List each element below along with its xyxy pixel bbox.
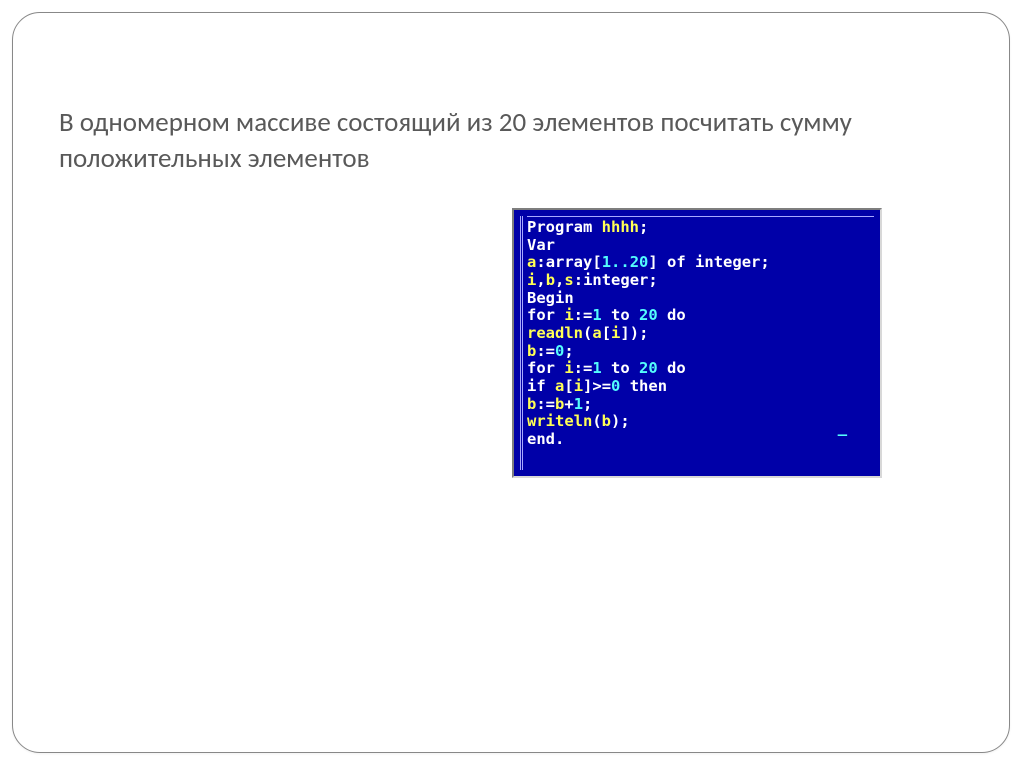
br-open: [ <box>592 253 601 271</box>
kw-end: end <box>527 430 555 448</box>
num-0: 0 <box>611 377 620 395</box>
kw-var: Var <box>527 236 555 254</box>
dot: . <box>555 430 564 448</box>
num-range: 1..20 <box>602 253 649 271</box>
semi: ; <box>648 271 657 289</box>
kw-for: for <box>527 359 564 377</box>
assign: := <box>574 359 593 377</box>
paren-open: ( <box>583 324 592 342</box>
kw-for: for <box>527 306 564 324</box>
id-b: b <box>527 395 536 413</box>
kw-to: to <box>602 306 639 324</box>
num-20: 20 <box>639 306 658 324</box>
kw-then: then <box>620 377 667 395</box>
call-writeln: writeln <box>527 412 592 430</box>
id-i: i <box>611 324 620 342</box>
id-i: i <box>574 377 583 395</box>
kw-of: of <box>658 253 695 271</box>
kw-array: array <box>546 253 593 271</box>
code-window: Program hhhh; Var a:array[1..20] of inte… <box>512 208 882 478</box>
id-b: b <box>602 412 611 430</box>
br-open: [ <box>602 324 611 342</box>
paren-open: ( <box>592 412 601 430</box>
semi: ; <box>620 412 629 430</box>
id-s: s <box>564 271 573 289</box>
br-open: [ <box>564 377 573 395</box>
kw-if: if <box>527 377 555 395</box>
plus: + <box>564 395 573 413</box>
type-integer: integer <box>695 253 760 271</box>
paren-close: ) <box>630 324 639 342</box>
semi: ; <box>583 395 592 413</box>
semi: ; <box>639 218 648 236</box>
id-a: a <box>527 253 536 271</box>
colon: : <box>574 271 583 289</box>
assign: := <box>574 306 593 324</box>
code-block: Program hhhh; Var a:array[1..20] of inte… <box>527 219 874 449</box>
num-1: 1 <box>592 306 601 324</box>
num-20: 20 <box>639 359 658 377</box>
id-a: a <box>592 324 601 342</box>
id-b: b <box>555 395 564 413</box>
id-a: a <box>555 377 564 395</box>
id-i: i <box>564 306 573 324</box>
num-1: 1 <box>592 359 601 377</box>
num-0: 0 <box>555 342 564 360</box>
gte: >= <box>592 377 611 395</box>
br-close: ] <box>583 377 592 395</box>
semi: ; <box>564 342 573 360</box>
id-b: b <box>527 342 536 360</box>
br-close: ] <box>648 253 657 271</box>
semi: ; <box>639 324 648 342</box>
kw-do: do <box>658 359 686 377</box>
comma: , <box>555 271 564 289</box>
comma: , <box>536 271 545 289</box>
code-inner: Program hhhh; Var a:array[1..20] of inte… <box>520 216 874 470</box>
kw-begin: Begin <box>527 289 574 307</box>
id-i: i <box>527 271 536 289</box>
assign: := <box>536 342 555 360</box>
id-progname: hhhh <box>592 218 639 236</box>
id-b: b <box>546 271 555 289</box>
br-close: ] <box>620 324 629 342</box>
id-i: i <box>564 359 573 377</box>
kw-do: do <box>658 306 686 324</box>
call-readln: readln <box>527 324 583 342</box>
paren-close: ) <box>611 412 620 430</box>
slide-heading: В одномерном массиве состоящий из 20 эле… <box>59 105 879 178</box>
assign: := <box>536 395 555 413</box>
semi: ; <box>760 253 769 271</box>
colon: : <box>536 253 545 271</box>
kw-to: to <box>602 359 639 377</box>
num-1: 1 <box>574 395 583 413</box>
type-integer: integer <box>583 271 648 289</box>
cursor-icon: — <box>838 427 846 445</box>
divider-line <box>527 216 874 217</box>
kw-program: Program <box>527 218 592 236</box>
slide-frame: В одномерном массиве состоящий из 20 эле… <box>12 12 1010 753</box>
